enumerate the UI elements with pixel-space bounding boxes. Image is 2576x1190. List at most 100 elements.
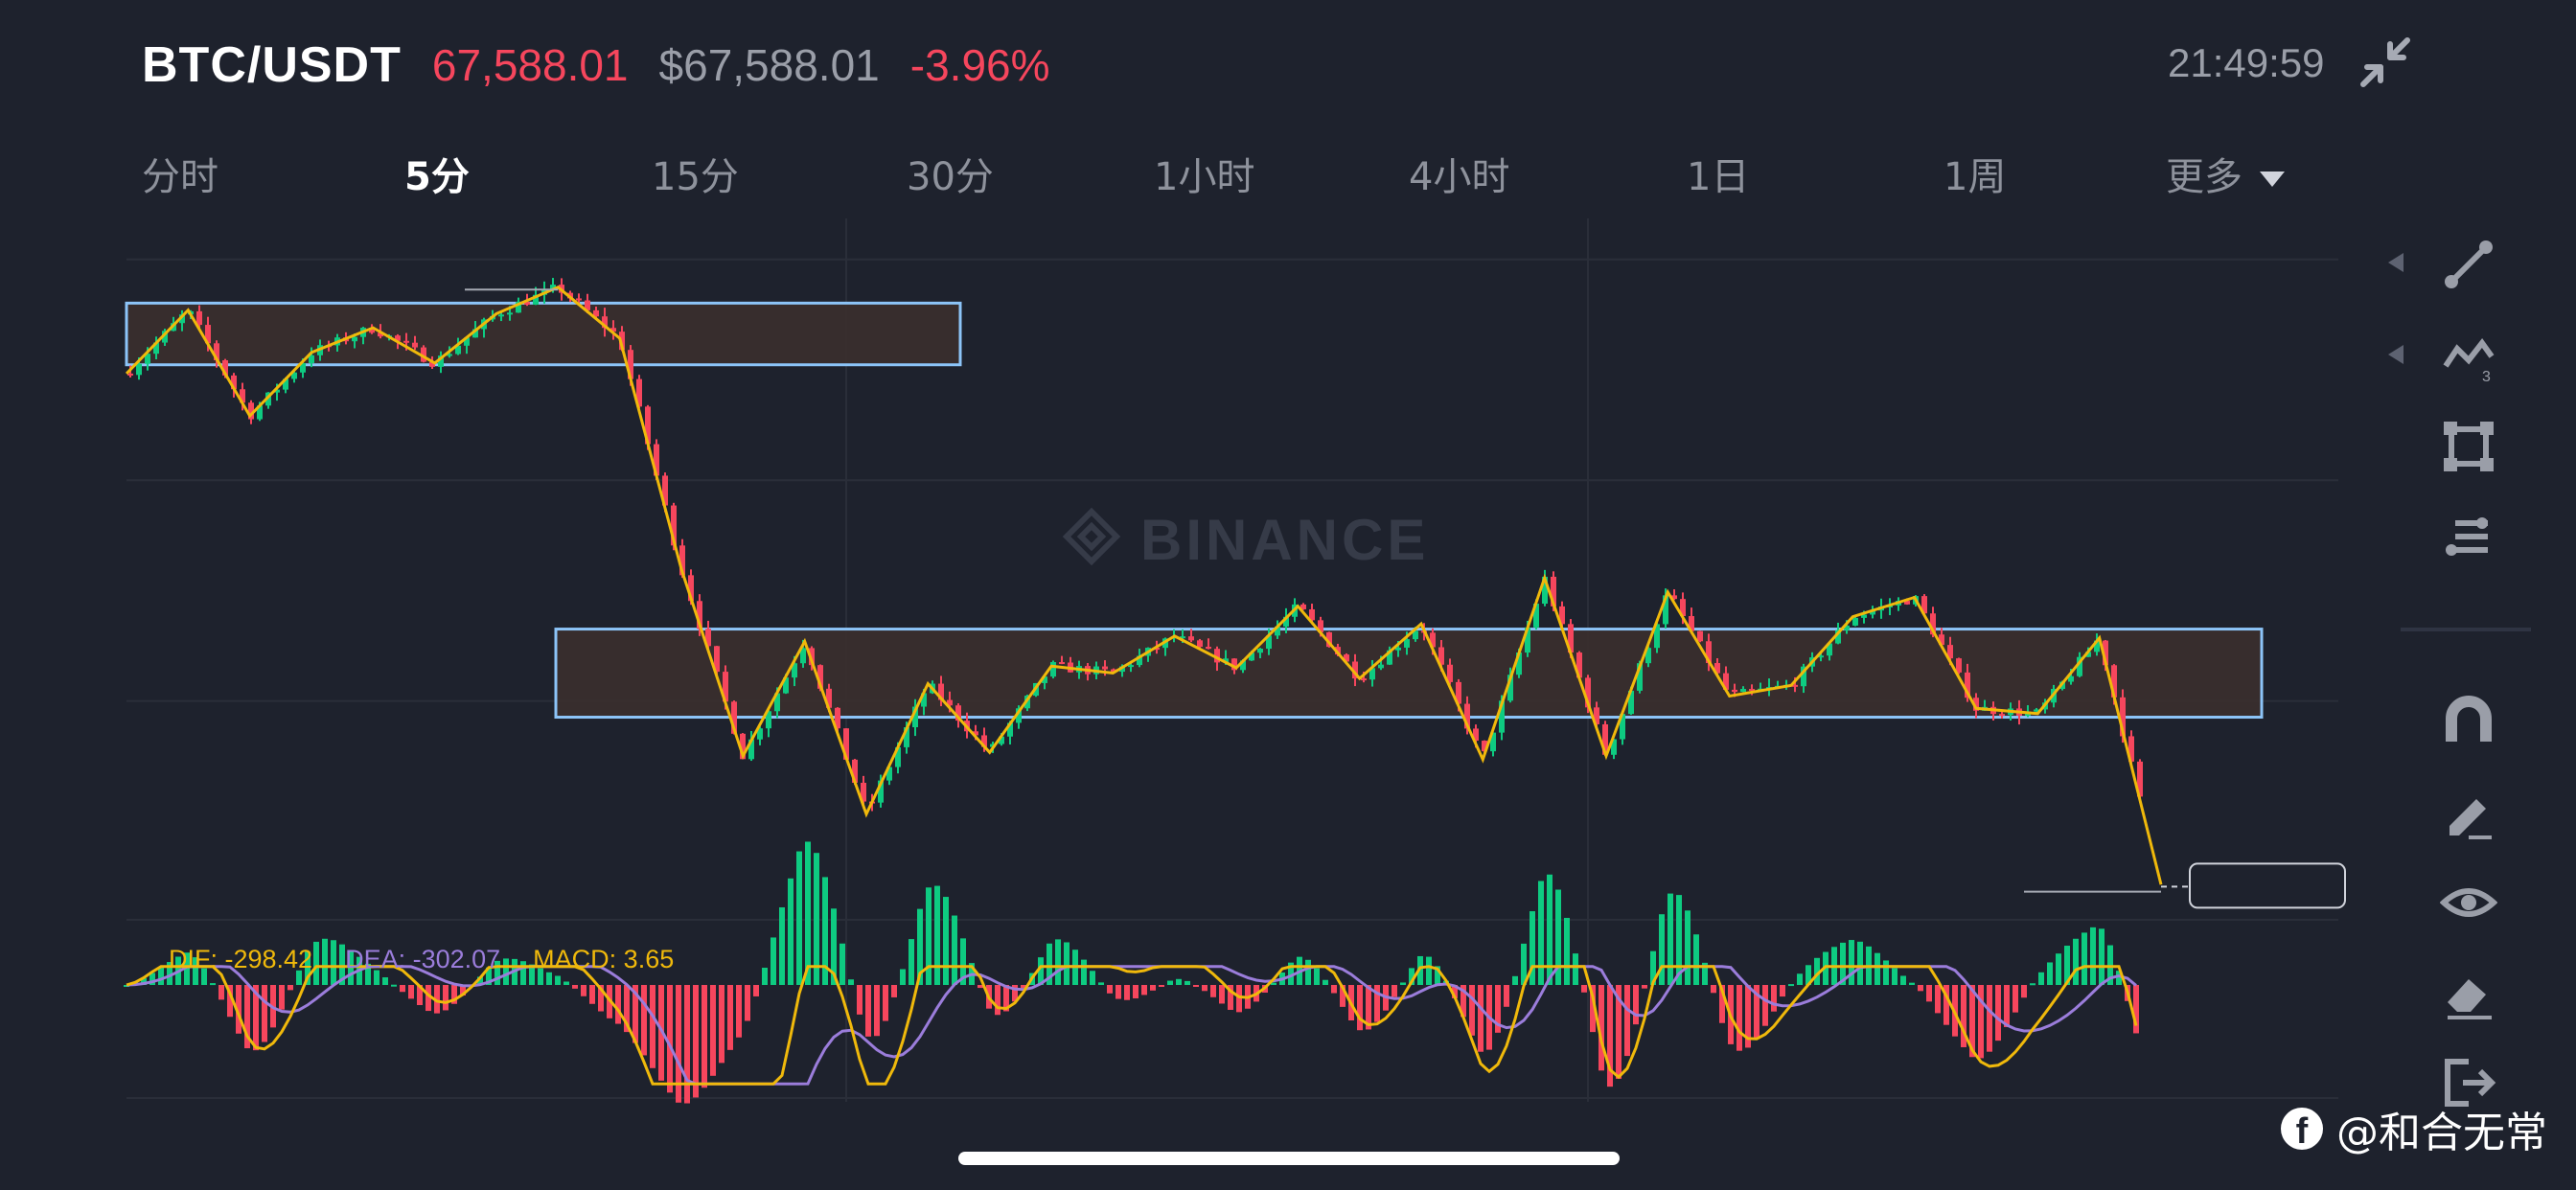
macd-histogram-bar bbox=[279, 985, 285, 1010]
facebook-icon: f bbox=[2281, 1108, 2323, 1150]
candle-body bbox=[1361, 678, 1367, 681]
candle-body bbox=[1128, 665, 1134, 668]
candle-body bbox=[412, 342, 418, 348]
macd-histogram-bar bbox=[1133, 985, 1138, 998]
macd-histogram-bar bbox=[1987, 985, 1992, 1052]
macd-histogram-bar bbox=[210, 983, 216, 986]
macd-histogram-bar bbox=[650, 985, 656, 1068]
dea-value: DEA: -302.07 bbox=[345, 945, 501, 973]
collapse-caret-icon[interactable] bbox=[2388, 253, 2404, 272]
candle-body bbox=[1050, 662, 1056, 677]
candle-body bbox=[1197, 640, 1203, 648]
macd-histogram-bar bbox=[1184, 980, 1190, 985]
macd-histogram-bar bbox=[641, 985, 647, 1056]
magnet-icon[interactable] bbox=[2440, 692, 2497, 749]
macd-histogram-bar bbox=[943, 897, 949, 985]
macd-legend: DIF: -298.42 DEA: -302.07 MACD: 3.65 bbox=[169, 945, 674, 974]
candle-body bbox=[1257, 649, 1263, 653]
macd-histogram-bar bbox=[1176, 978, 1182, 985]
binance-watermark: BINANCE bbox=[1140, 508, 1429, 572]
macd-histogram-bar bbox=[900, 969, 906, 985]
macd-histogram-bar bbox=[1780, 985, 1785, 997]
macd-histogram-bar bbox=[2012, 985, 2018, 1013]
trendline-icon[interactable] bbox=[2440, 236, 2497, 293]
home-indicator[interactable] bbox=[958, 1152, 1620, 1165]
macd-histogram-bar bbox=[1918, 985, 1923, 992]
binance-logo-icon bbox=[1062, 507, 1121, 566]
macd-histogram-bar bbox=[840, 943, 845, 985]
macd-histogram-bar bbox=[1874, 952, 1880, 985]
candle-body bbox=[136, 363, 142, 376]
macd-histogram-bar bbox=[1167, 980, 1173, 985]
macd-histogram-bar bbox=[1236, 985, 1242, 1013]
macd-histogram-bar bbox=[555, 975, 561, 985]
macd-histogram-bar bbox=[865, 985, 871, 1037]
macd-histogram-bar bbox=[874, 985, 880, 1037]
macd-histogram-bar bbox=[589, 985, 595, 1004]
candle-body bbox=[196, 310, 202, 326]
collapse-caret-icon[interactable] bbox=[2388, 345, 2404, 364]
macd-histogram-bar bbox=[788, 878, 794, 985]
current-price-box bbox=[2189, 862, 2346, 909]
macd-histogram-bar bbox=[1685, 910, 1690, 985]
candle-body bbox=[403, 340, 409, 343]
macd-histogram-bar bbox=[1771, 985, 1777, 1012]
candle-body bbox=[1732, 689, 1737, 693]
macd-histogram-bar bbox=[805, 841, 811, 985]
macd-histogram-bar bbox=[2099, 928, 2104, 985]
macd-histogram-bar bbox=[391, 984, 397, 987]
macd-histogram-bar bbox=[1693, 934, 1699, 985]
macd-histogram-bar bbox=[1762, 985, 1768, 1026]
macd-histogram-bar bbox=[1573, 953, 1578, 985]
macd-histogram-bar bbox=[857, 985, 862, 1015]
zigzag-pattern-icon[interactable]: 3 bbox=[2440, 328, 2497, 385]
eraser-icon[interactable] bbox=[2440, 964, 2497, 1021]
eye-icon[interactable] bbox=[2440, 874, 2497, 931]
macd-histogram-bar bbox=[1633, 985, 1639, 1025]
macd-histogram-bar bbox=[736, 985, 742, 1038]
macd-histogram-bar bbox=[1159, 985, 1164, 987]
macd-histogram-bar bbox=[1469, 985, 1475, 1036]
macd-histogram-bar bbox=[1857, 941, 1863, 985]
macd-histogram-bar bbox=[1564, 918, 1570, 985]
macd-histogram-bar bbox=[1797, 973, 1803, 985]
macd-histogram-bar bbox=[1642, 985, 1647, 989]
pencil-icon[interactable] bbox=[2440, 784, 2497, 841]
macd-histogram-bar bbox=[2133, 985, 2139, 1034]
macd-histogram-bar bbox=[1357, 985, 1363, 1031]
macd-histogram-bar bbox=[615, 985, 621, 1024]
macd-histogram-bar bbox=[1305, 959, 1311, 985]
macd-histogram-bar bbox=[1478, 985, 1484, 1052]
macd-histogram-bar bbox=[1314, 968, 1320, 985]
macd-histogram-bar bbox=[158, 967, 164, 985]
macd-histogram-bar bbox=[667, 985, 673, 1093]
macd-histogram-bar bbox=[693, 985, 699, 1098]
zigzag-line bbox=[125, 286, 2163, 885]
dif-value: DIF: -298.42 bbox=[169, 945, 313, 973]
rectangle-icon[interactable] bbox=[2440, 418, 2497, 475]
macd-histogram-bar bbox=[1995, 985, 2001, 1041]
macd-histogram-bar bbox=[1711, 985, 1716, 994]
macd-histogram-bar bbox=[408, 985, 414, 999]
macd-histogram-bar bbox=[1081, 959, 1087, 985]
candle-body bbox=[1102, 666, 1108, 670]
macd-histogram-bar bbox=[2090, 927, 2096, 985]
macd-histogram-bar bbox=[1926, 985, 1932, 1002]
macd-histogram-bar bbox=[702, 985, 707, 1088]
candle-body bbox=[1956, 658, 1962, 673]
macd-histogram-bar bbox=[443, 985, 448, 1011]
macd-histogram-bar bbox=[1107, 985, 1113, 994]
macd-histogram-bar bbox=[1219, 985, 1225, 1004]
price-chart[interactable]: BINANCE bbox=[0, 0, 2576, 1190]
fibonacci-levels-icon[interactable] bbox=[2440, 508, 2497, 565]
svg-text:3: 3 bbox=[2482, 369, 2491, 385]
macd-histogram-bar bbox=[400, 985, 405, 993]
macd-histogram-bar bbox=[2073, 938, 2079, 985]
macd-histogram-bar bbox=[1064, 942, 1070, 985]
macd-histogram-bar bbox=[218, 985, 224, 1000]
macd-histogram-bar bbox=[934, 885, 940, 985]
macd-histogram-bar bbox=[770, 937, 776, 985]
macd-histogram-bar bbox=[1547, 874, 1552, 985]
macd-histogram-bar bbox=[2038, 972, 2044, 985]
macd-histogram-bar bbox=[1193, 985, 1199, 987]
